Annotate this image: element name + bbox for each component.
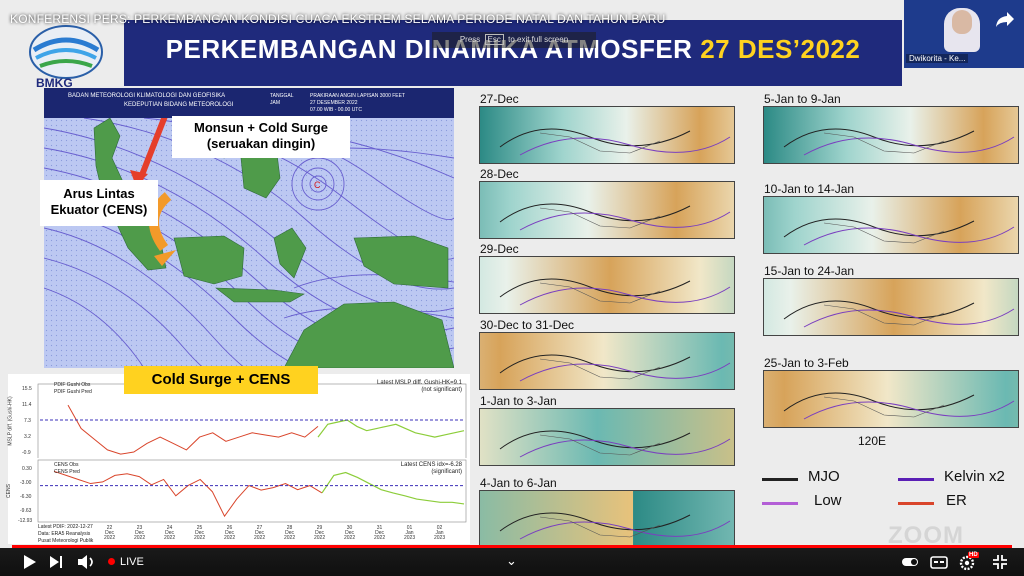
cens-xtick: 02 Jan 2023 bbox=[434, 525, 446, 541]
panel-label-left: 27-Dec bbox=[480, 92, 519, 106]
panel-label-right: 15-Jan to 24-Jan bbox=[764, 264, 855, 278]
cens-xtick: 30 Dec 2022 bbox=[344, 525, 356, 541]
cens-xtick: 29 Dec 2022 bbox=[314, 525, 326, 541]
anomaly-panel bbox=[763, 370, 1019, 428]
panel-label-left: 4-Jan to 6-Jan bbox=[480, 476, 557, 490]
callout-monsun: Monsun + Cold Surge (seruakan dingin) bbox=[172, 116, 350, 158]
speaker-name: Dwikorita - Ke... bbox=[906, 54, 969, 63]
anomaly-panel bbox=[763, 278, 1019, 336]
next-icon[interactable] bbox=[48, 552, 64, 572]
map-info-labels: TANGGAL JAM bbox=[270, 93, 294, 106]
pause-toggle-icon[interactable] bbox=[900, 552, 920, 572]
speaker-face bbox=[952, 10, 972, 34]
anomaly-panel bbox=[763, 106, 1019, 164]
anomaly-panel bbox=[479, 181, 735, 239]
panel-label-left: 30-Dec to 31-Dec bbox=[480, 318, 575, 332]
pdif-ytick: 7.3 bbox=[24, 418, 31, 424]
panel-label-right: 25-Jan to 3-Feb bbox=[764, 356, 849, 370]
legend-swatch-low bbox=[762, 502, 798, 505]
chevron-down-icon[interactable]: ⌄ bbox=[506, 553, 517, 569]
share-icon[interactable] bbox=[995, 10, 1015, 28]
cens-ytick: 0.30 bbox=[22, 466, 32, 472]
panel-label-left: 29-Dec bbox=[480, 242, 519, 256]
longitude-label: 120E bbox=[858, 434, 887, 448]
anomaly-panel bbox=[479, 106, 735, 164]
fullscreen-hint: Press Esc to exit full screen bbox=[432, 32, 596, 48]
cens-ytick: -3.00 bbox=[20, 480, 32, 486]
pdif-ytick: 15.5 bbox=[22, 386, 32, 392]
cens-ytick: -9.63 bbox=[20, 508, 32, 514]
pdif-ylabel: MSLP diff. (Gushi-HK) bbox=[7, 396, 14, 446]
wave-legend: MJO Kelvin x2 Low ER bbox=[758, 458, 1022, 518]
anomaly-panel bbox=[479, 490, 735, 548]
live-dot-icon bbox=[108, 558, 115, 565]
legend-kelvin: Kelvin x2 bbox=[944, 468, 1005, 485]
cens-ylabel: CENS bbox=[5, 484, 12, 498]
map-org-line2: KEDEPUTIAN BIDANG METEOROLOGI bbox=[124, 102, 234, 108]
pdif-legend: PDIF Gushi Obs PDIF Gushi Pred bbox=[54, 382, 92, 395]
cens-obs-line bbox=[53, 470, 323, 518]
legend-swatch-mjo bbox=[762, 478, 798, 481]
slide-title-date: 27 DES’2022 bbox=[700, 34, 861, 64]
legend-low: Low bbox=[814, 492, 842, 509]
legend-swatch-kelvin bbox=[898, 478, 934, 481]
subtitles-icon[interactable] bbox=[930, 552, 948, 572]
cens-ytick: -6.30 bbox=[20, 494, 32, 500]
pdif-ytick: -0.9 bbox=[22, 450, 31, 456]
cens-xtick: 27 Dec 2022 bbox=[254, 525, 266, 541]
play-icon[interactable] bbox=[22, 552, 38, 572]
anomaly-panel bbox=[763, 196, 1019, 254]
pdif-pred-line bbox=[317, 419, 465, 438]
svg-text:C: C bbox=[314, 180, 321, 190]
video-title: KONFERENSI PERS: PERKEMBANGAN KONDISI CU… bbox=[10, 12, 666, 26]
live-label[interactable]: LIVE bbox=[120, 556, 144, 568]
progress-fill bbox=[12, 545, 1012, 548]
map-header: BADAN METEOROLOGI KLIMATOLOGI DAN GEOFIS… bbox=[44, 88, 454, 118]
esc-key-badge: Esc bbox=[484, 34, 504, 45]
anomaly-panel bbox=[479, 408, 735, 466]
cens-xtick: 26 Dec 2022 bbox=[224, 525, 236, 541]
pdif-ytick: 3.2 bbox=[24, 434, 31, 440]
cens-note: Latest CENS idx=-6.28 (significant) bbox=[400, 462, 462, 475]
cens-xtick: 01 Jan 2023 bbox=[404, 525, 416, 541]
pdif-ytick: 11.4 bbox=[22, 402, 32, 408]
legend-mjo: MJO bbox=[808, 468, 840, 485]
cens-xtick: 25 Dec 2022 bbox=[194, 525, 206, 541]
panel-label-left: 28-Dec bbox=[480, 167, 519, 181]
anomaly-panel bbox=[479, 256, 735, 314]
legend-er: ER bbox=[946, 492, 967, 509]
panel-label-right: 5-Jan to 9-Jan bbox=[764, 92, 841, 106]
cold-surge-label: Cold Surge + CENS bbox=[124, 366, 318, 394]
cens-timeseries-chart: CENS Obs CENS Pred Latest CENS idx=-6.28… bbox=[5, 458, 470, 544]
cens-ytick: -12.93 bbox=[18, 518, 33, 524]
panel-label-right: 10-Jan to 14-Jan bbox=[764, 182, 855, 196]
cens-legend: CENS Obs CENS Pred bbox=[54, 462, 80, 475]
cens-xtick: 22 Dec 2022 bbox=[104, 525, 116, 541]
cens-xtick: 24 Dec 2022 bbox=[164, 525, 176, 541]
legend-swatch-er bbox=[898, 502, 934, 505]
cens-footer: Latest PDIF: 2022-12-27 Data: ERA5 Reana… bbox=[38, 524, 94, 544]
exit-fullscreen-icon[interactable] bbox=[990, 552, 1010, 572]
pdif-note: Latest MSLP diff. Gushi-HK=9.1 (not sign… bbox=[377, 380, 462, 393]
pdif-obs-line bbox=[67, 404, 319, 455]
map-org-line1: BADAN METEOROLOGI KLIMATOLOGI DAN GEOFIS… bbox=[68, 93, 226, 99]
presentation-slide: PERKEMBANGAN DINAMIKA ATMOSFER 27 DES’20… bbox=[0, 0, 1024, 548]
cens-pred-line bbox=[321, 471, 465, 505]
hd-badge: HD bbox=[968, 552, 979, 558]
map-info-values: PRAKIRAAN ANGIN LAPISAN 3000 FEET 27 DES… bbox=[310, 93, 406, 113]
panel-label-left: 1-Jan to 3-Jan bbox=[480, 394, 557, 408]
anomaly-panel bbox=[479, 332, 735, 390]
cens-xtick: 31 Dec 2022 bbox=[374, 525, 386, 541]
slide-title-main: PERKEMBANGAN DINAMIKA ATMOSFER bbox=[165, 34, 693, 64]
cens-xtick: 23 Dec 2022 bbox=[134, 525, 146, 541]
cens-xtick: 28 Dec 2022 bbox=[284, 525, 296, 541]
volume-icon[interactable] bbox=[76, 552, 96, 572]
callout-cens: Arus Lintas Ekuator (CENS) bbox=[40, 180, 158, 226]
